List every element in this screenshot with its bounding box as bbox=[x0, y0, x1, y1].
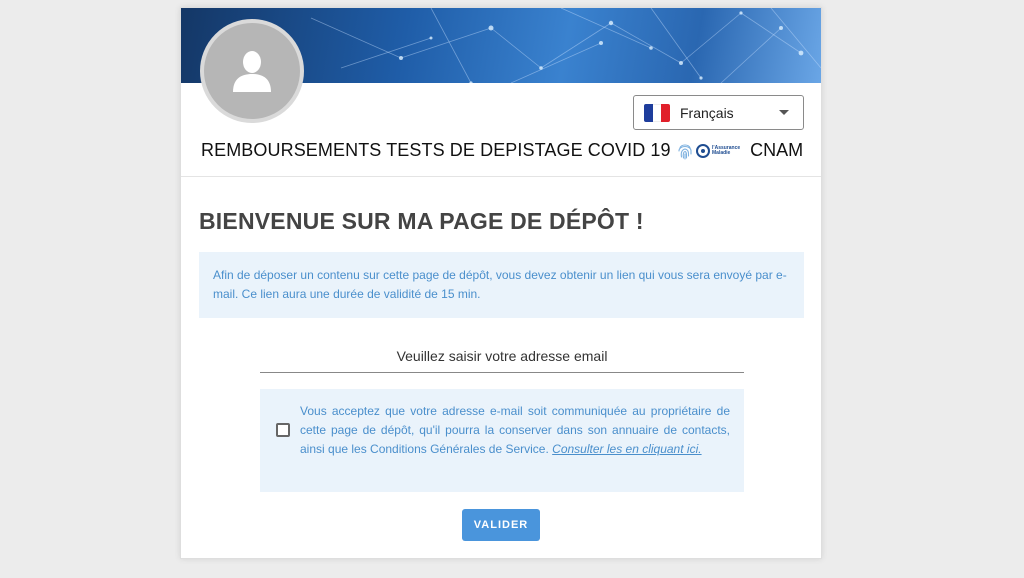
language-label: Français bbox=[680, 104, 734, 121]
consent-checkbox[interactable] bbox=[276, 423, 290, 437]
app-title: REMBOURSEMENTS TESTS DE DEPISTAGE COVID … bbox=[201, 140, 693, 161]
submit-button[interactable]: VALIDER bbox=[462, 509, 540, 541]
assurance-maladie-wordmark: l'Assurance Maladie bbox=[712, 145, 740, 156]
avatar bbox=[200, 19, 304, 123]
assurance-maladie-symbol bbox=[696, 143, 710, 158]
fingerprint-icon bbox=[677, 142, 693, 160]
chevron-down-icon bbox=[779, 110, 789, 115]
flag-stripe-blue bbox=[644, 103, 653, 122]
organization-name: CNAM bbox=[750, 140, 804, 160]
assurance-maladie-logo: l'Assurance Maladie bbox=[696, 143, 740, 158]
header-divider bbox=[181, 176, 821, 177]
avatar-placeholder-icon bbox=[233, 51, 271, 92]
flag-stripe-white bbox=[652, 103, 662, 122]
consent-text: Vous acceptez que votre adresse e-mail s… bbox=[300, 402, 730, 459]
info-message: Afin de déposer un contenu sur cette pag… bbox=[199, 252, 804, 318]
consent-box: Vous acceptez que votre adresse e-mail s… bbox=[260, 389, 744, 492]
email-input[interactable]: Veuillez saisir votre adresse email bbox=[260, 344, 744, 373]
page-title: BIENVENUE SUR MA PAGE DE DÉPÔT ! bbox=[199, 208, 644, 234]
flag-stripe-red bbox=[661, 103, 670, 122]
organization: l'Assurance Maladie CNAM bbox=[696, 140, 803, 161]
france-flag-icon bbox=[644, 103, 670, 122]
language-select[interactable]: Français bbox=[633, 95, 804, 130]
logo-text-line-2: Maladie bbox=[712, 149, 731, 156]
terms-link[interactable]: Consulter les en cliquant ici. bbox=[552, 442, 701, 456]
deposit-card: Français REMBOURSEMENTS TESTS DE DEPISTA… bbox=[180, 7, 822, 559]
app-title-text: REMBOURSEMENTS TESTS DE DEPISTAGE COVID … bbox=[201, 140, 671, 160]
